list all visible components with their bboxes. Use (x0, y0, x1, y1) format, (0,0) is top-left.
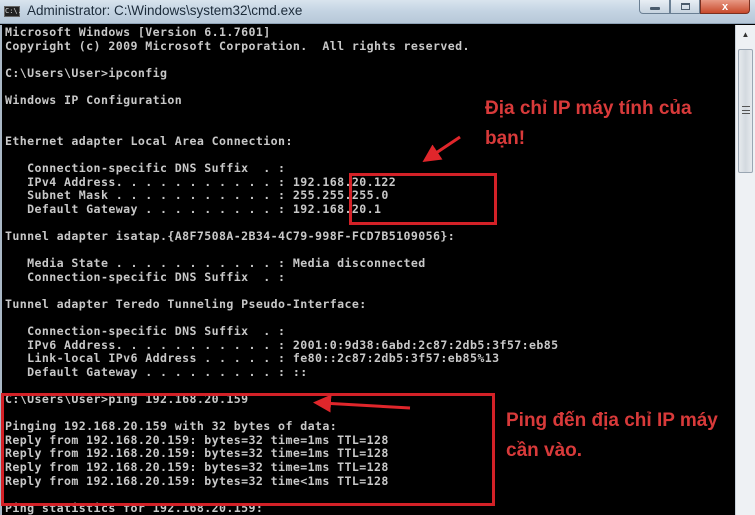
console-line: Default Gateway . . . . . . . . . : :: (5, 364, 308, 379)
maximize-icon (680, 3, 690, 10)
vertical-scrollbar[interactable]: ▲ (735, 25, 755, 515)
console-line: Link-local IPv6 Address . . . . . : fe80… (5, 351, 500, 366)
console-line: Tunnel adapter Teredo Tunneling Pseudo-I… (5, 296, 367, 311)
close-icon: x (721, 0, 729, 13)
ping-annotation-text: Ping đến địa chỉ IP máy cần vào. (506, 410, 718, 461)
console-line: Ethernet adapter Local Area Connection: (5, 133, 293, 148)
ip-highlight-box (349, 173, 497, 225)
minimize-button[interactable] (639, 0, 670, 14)
window-title: Administrator: C:\Windows\system32\cmd.e… (27, 3, 303, 18)
console-line: Windows IP Configuration (5, 92, 183, 107)
console-line: Tunnel adapter isatap.{A8F7508A-2B34-4C7… (5, 228, 456, 243)
maximize-button[interactable] (670, 0, 700, 14)
console-line: Connection-specific DNS Suffix . : (5, 269, 286, 284)
cmd-icon: C:\. (4, 6, 22, 17)
console-line: Connection-specific DNS Suffix . : (5, 324, 286, 339)
console-line: Copyright (c) 2009 Microsoft Corporation… (5, 38, 470, 53)
ping-highlight-box (1, 393, 495, 506)
ip-annotation-text: Địa chỉ IP máy tính của bạn! (485, 98, 692, 149)
console-line: IPv6 Address. . . . . . . . . . . : 2001… (5, 337, 559, 352)
scroll-up-arrow-icon[interactable]: ▲ (737, 27, 754, 43)
console-line: Microsoft Windows [Version 6.1.7601] (5, 25, 271, 39)
grip-icon (742, 106, 750, 114)
title-bar[interactable]: C:\. Administrator: C:\Windows\system32\… (0, 0, 755, 24)
minimize-icon (649, 7, 660, 10)
console-line: C:\Users\User>ipconfig (5, 65, 168, 80)
console-line: Media State . . . . . . . . . . . : Medi… (5, 256, 426, 271)
scroll-thumb[interactable] (738, 49, 753, 173)
close-button[interactable]: x (700, 0, 750, 14)
